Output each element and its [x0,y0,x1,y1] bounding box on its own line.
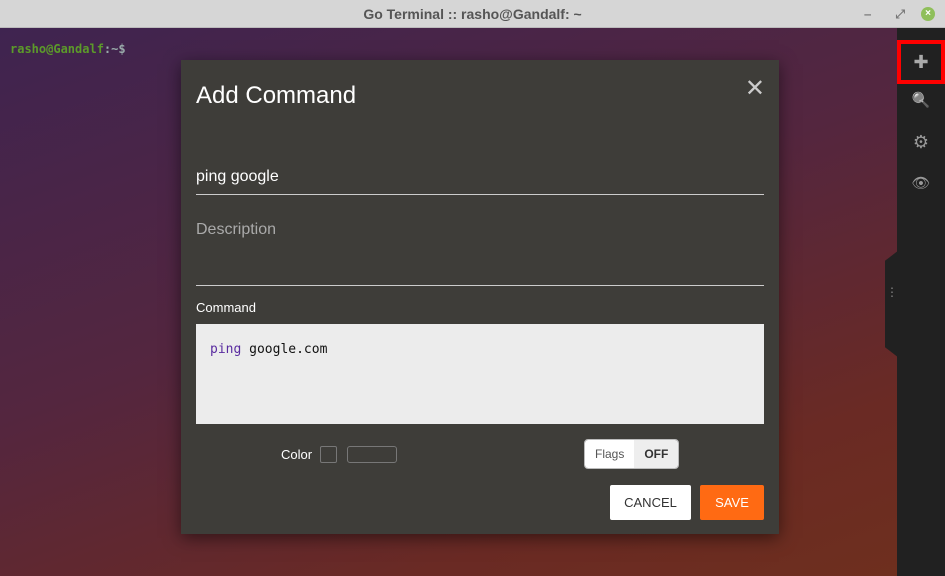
cancel-button[interactable]: CANCEL [610,485,691,520]
window-titlebar: Go Terminal :: rasho@Gandalf: ~ ‒ ⤢ × [0,0,945,28]
save-button[interactable]: SAVE [700,485,764,520]
gear-icon: ⚙ [912,132,930,152]
color-swatch[interactable] [320,446,338,463]
color-input[interactable] [347,446,398,463]
name-input[interactable]: ping google [196,168,764,195]
maximize-button[interactable]: ⤢ [895,7,905,21]
plus-icon: ✚ [913,52,929,72]
sidebar: ✚ 🔍 ⚙ 👁 [897,28,945,576]
search-icon: 🔍 [911,92,931,109]
command-keyword: ping [210,342,242,357]
settings-button[interactable]: ⚙ [897,124,945,160]
command-label: Command [196,300,256,315]
flags-toggle[interactable]: Flags OFF [584,439,680,469]
window-title: Go Terminal :: rasho@Gandalf: ~ [363,6,582,22]
close-icon[interactable]: ✕ [745,74,765,103]
close-window-button[interactable]: × [921,7,935,21]
prompt-path: :~$ [103,42,126,56]
terminal-prompt: rasho@Gandalf:~$ [10,42,126,56]
dots-icon: ⋮ [886,285,898,299]
search-button[interactable]: 🔍 [897,83,945,119]
dialog-title: Add Command [196,82,357,109]
prompt-user: rasho@Gandalf [10,42,104,56]
color-label: Color [281,447,313,462]
command-editor[interactable]: ping google.com [196,324,764,424]
flags-label: Flags [585,440,635,468]
eye-icon: 👁 [911,175,931,192]
sidebar-resize-handle[interactable]: ⋮ [885,250,899,358]
view-button[interactable]: 👁 [897,166,945,202]
add-command-button[interactable]: ✚ [897,40,945,84]
flags-state: OFF [634,440,679,468]
command-args: google.com [241,342,328,357]
description-input[interactable]: Description [196,221,764,286]
minimize-button[interactable]: ‒ [864,7,871,21]
add-command-dialog: Add Command ✕ ping google Description Co… [181,60,779,534]
color-picker: Color [281,446,398,463]
